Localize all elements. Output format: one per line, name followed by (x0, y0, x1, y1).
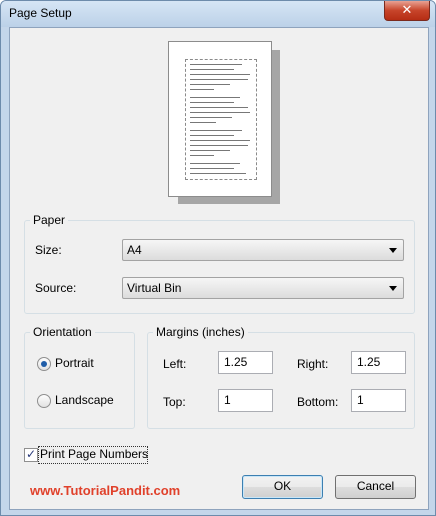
dialog-title: Page Setup (9, 6, 72, 20)
right-margin-value: 1.25 (357, 355, 381, 369)
bottom-margin-label: Bottom: (297, 395, 339, 409)
left-margin-label: Left: (163, 357, 187, 371)
ok-button[interactable]: OK (242, 475, 323, 499)
portrait-label[interactable]: Portrait (55, 356, 94, 370)
title-bar[interactable]: Page Setup ✕ (1, 1, 435, 27)
size-dropdown-value: A4 (127, 243, 142, 257)
source-dropdown-value: Virtual Bin (127, 281, 182, 295)
top-margin-input[interactable]: 1 (218, 389, 273, 412)
bottom-margin-value: 1 (357, 393, 364, 407)
page-setup-dialog: Page Setup ✕ Paper Size: A4 Source: Virt… (0, 0, 436, 516)
size-label: Size: (35, 243, 62, 257)
checkmark-icon: ✓ (26, 447, 37, 461)
paper-group: Paper Size: A4 Source: Virtual Bin (24, 213, 415, 314)
top-margin-label: Top: (163, 395, 186, 409)
radio-selected-dot (41, 361, 47, 367)
margins-group: Margins (inches) Left: 1.25 Right: 1.25 … (147, 325, 415, 429)
portrait-radio[interactable] (37, 357, 51, 371)
print-page-numbers-checkbox[interactable]: ✓ (24, 447, 38, 462)
close-button[interactable]: ✕ (384, 1, 430, 21)
preview-margin-outline (185, 59, 257, 180)
margins-group-label: Margins (inches) (153, 325, 248, 339)
top-margin-value: 1 (224, 393, 231, 407)
left-margin-input[interactable]: 1.25 (218, 351, 273, 374)
right-margin-input[interactable]: 1.25 (351, 351, 406, 374)
close-icon: ✕ (401, 2, 413, 17)
right-margin-label: Right: (297, 357, 329, 371)
source-label: Source: (35, 281, 77, 295)
source-dropdown[interactable]: Virtual Bin (122, 277, 404, 299)
cancel-button[interactable]: Cancel (335, 475, 416, 499)
size-dropdown[interactable]: A4 (122, 239, 404, 261)
orientation-group: Orientation Portrait Landscape (24, 325, 135, 429)
orientation-group-label: Orientation (30, 325, 95, 339)
paper-group-label: Paper (30, 213, 69, 227)
watermark-text: www.TutorialPandit.com (30, 483, 181, 498)
dialog-body: Paper Size: A4 Source: Virtual Bin Orien… (9, 27, 429, 510)
landscape-radio[interactable] (37, 394, 51, 408)
left-margin-value: 1.25 (224, 355, 248, 369)
landscape-label[interactable]: Landscape (55, 393, 114, 407)
print-page-numbers-label[interactable]: Print Page Numbers (40, 447, 148, 461)
chevron-down-icon (389, 286, 397, 291)
chevron-down-icon (389, 248, 397, 253)
page-preview-icon (168, 41, 272, 197)
bottom-margin-input[interactable]: 1 (351, 389, 406, 412)
